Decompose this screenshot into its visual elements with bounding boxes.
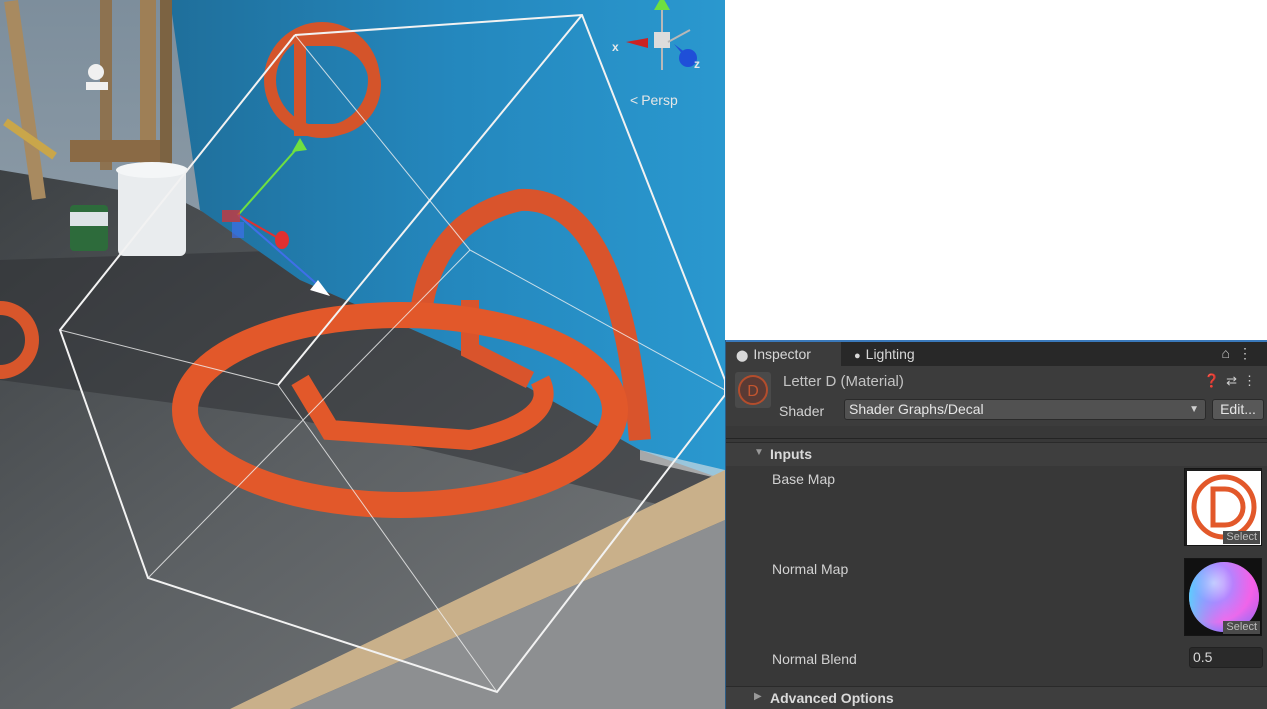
material-title: Letter D (Material) bbox=[783, 373, 904, 390]
normal-map-select-button[interactable]: Select bbox=[1223, 621, 1260, 634]
tab-inspector-label: Inspector bbox=[753, 346, 811, 362]
inspector-panel: ⬤ Inspector ● Lighting ⌂⋮ D Letter D (Mate… bbox=[725, 340, 1267, 709]
tab-lighting-label: Lighting bbox=[865, 346, 915, 362]
normal-blend-field[interactable]: 0.5 bbox=[1189, 647, 1263, 668]
empty-panel bbox=[725, 0, 1267, 340]
tab-bar: ⬤ Inspector ● Lighting ⌂⋮ bbox=[726, 340, 1267, 366]
info-icon: ⬤ bbox=[736, 350, 749, 362]
inputs-title: Inputs bbox=[770, 446, 812, 462]
view-mode-label: Persp bbox=[641, 92, 678, 108]
lightbulb-icon: ● bbox=[854, 350, 861, 362]
kebab-menu-icon[interactable]: ⋮ bbox=[1243, 373, 1262, 388]
divider bbox=[726, 438, 1267, 439]
scene-view[interactable]: x z < Persp bbox=[0, 0, 725, 709]
perspective-toggle[interactable]: < Persp bbox=[630, 92, 678, 108]
scene-render bbox=[0, 0, 725, 709]
chevron-down-icon: ▼ bbox=[1189, 404, 1199, 415]
preset-icon[interactable]: ⇄ bbox=[1226, 373, 1243, 388]
inputs-foldout[interactable]: ▼ Inputs bbox=[726, 442, 1267, 466]
normal-map-slot[interactable]: Select bbox=[1184, 558, 1262, 636]
edit-shader-button[interactable]: Edit... bbox=[1212, 399, 1264, 420]
tab-inspector[interactable]: ⬤ Inspector bbox=[726, 342, 841, 366]
foldout-closed-icon: ▶ bbox=[754, 691, 762, 702]
help-icon[interactable]: ❓ bbox=[1204, 373, 1226, 388]
normal-blend-label: Normal Blend bbox=[772, 651, 857, 667]
header-tools: ❓⇄⋮ bbox=[1204, 373, 1262, 389]
axis-x-label: x bbox=[612, 40, 619, 54]
normal-map-label: Normal Map bbox=[772, 561, 849, 577]
base-map-select-button[interactable]: Select bbox=[1223, 531, 1260, 544]
shader-label: Shader bbox=[779, 403, 825, 419]
kebab-menu-icon[interactable]: ⋮ bbox=[1238, 345, 1260, 361]
tab-tools: ⌂⋮ bbox=[1222, 345, 1260, 362]
foldout-open-icon: ▼ bbox=[754, 447, 764, 458]
tab-lighting[interactable]: ● Lighting bbox=[844, 342, 925, 366]
svg-text:D: D bbox=[747, 383, 759, 400]
axis-z-label: z bbox=[694, 57, 700, 71]
base-map-slot[interactable]: Select bbox=[1184, 468, 1262, 546]
material-header: D Letter D (Material) ❓⇄⋮ Shader Shader … bbox=[726, 366, 1267, 426]
shader-value: Shader Graphs/Decal bbox=[849, 401, 984, 417]
shader-dropdown[interactable]: Shader Graphs/Decal ▼ bbox=[844, 399, 1206, 420]
perspective-icon: < bbox=[630, 92, 639, 108]
base-map-label: Base Map bbox=[772, 471, 836, 487]
advanced-options-title: Advanced Options bbox=[770, 690, 894, 706]
lock-icon[interactable]: ⌂ bbox=[1222, 345, 1238, 361]
advanced-options-foldout[interactable]: ▶ Advanced Options bbox=[726, 686, 1267, 709]
material-preview-icon: D bbox=[735, 372, 771, 408]
